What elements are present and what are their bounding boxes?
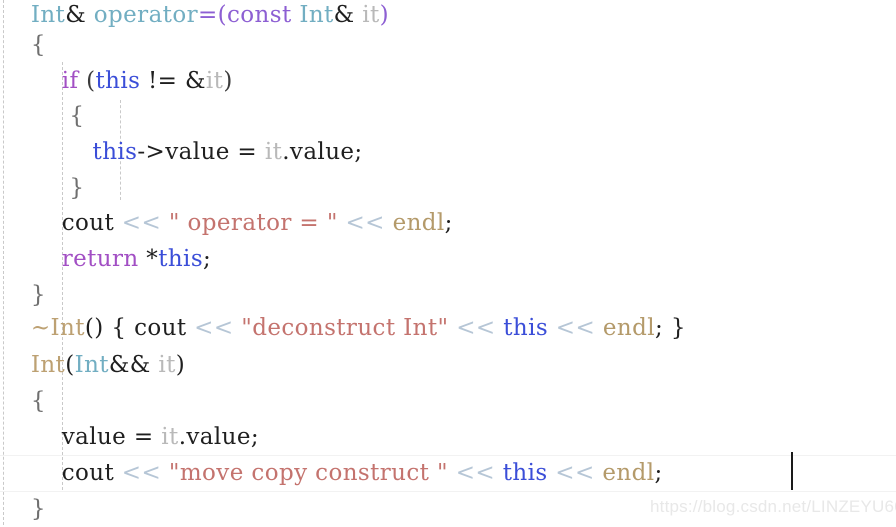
code-token: =(	[197, 2, 228, 28]
code-token: this	[92, 139, 138, 165]
code-token: const	[227, 2, 292, 28]
code-token: if	[61, 68, 79, 94]
code-token: ;	[203, 246, 212, 272]
code-token: .value;	[178, 424, 260, 450]
code-token: endl	[392, 210, 445, 236]
code-token: it	[161, 424, 179, 450]
code-token: (	[78, 68, 96, 94]
code-token: value =	[61, 424, 162, 450]
code-token: Int	[74, 352, 109, 378]
code-token: cout	[61, 460, 115, 486]
code-line-close-brace-1[interactable]: }	[0, 171, 896, 206]
code-token: {	[30, 388, 46, 414]
code-token: <<	[114, 460, 169, 486]
code-token: Int	[30, 2, 66, 28]
text-caret	[791, 452, 793, 490]
code-token: }	[69, 175, 85, 201]
code-token: it	[158, 352, 176, 378]
code-line-destructor[interactable]: ~Int() { cout << "deconstruct Int" << th…	[0, 311, 896, 346]
code-token: "move copy construct "	[168, 460, 448, 486]
code-token: cout	[61, 210, 115, 236]
code-line-return-this[interactable]: return *this;	[0, 242, 896, 277]
code-token: Int	[30, 352, 66, 378]
code-token: endl	[602, 460, 655, 486]
code-line-this-value-assignment[interactable]: this->value = it.value;	[0, 135, 896, 170]
code-token: this	[158, 246, 204, 272]
code-token: this	[503, 315, 549, 341]
code-token: return	[61, 246, 139, 272]
code-token: ; }	[654, 315, 686, 341]
code-line-open-brace-2[interactable]: {	[0, 99, 896, 134]
code-token: &	[333, 2, 355, 28]
code-token: endl	[602, 315, 655, 341]
code-line-close-brace-2[interactable]: }	[0, 278, 896, 313]
code-token: <<	[448, 315, 504, 341]
code-token: ->value =	[137, 139, 265, 165]
code-token: it	[362, 2, 380, 28]
code-line-move-constructor-signature[interactable]: Int(Int&& it)	[0, 348, 896, 383]
code-token: {	[69, 103, 85, 129]
code-token: () {	[84, 315, 135, 341]
code-token: it	[264, 139, 283, 165]
code-token: (	[65, 352, 75, 378]
code-token: <<	[447, 460, 503, 486]
code-token: this	[95, 68, 141, 94]
code-line-value-assignment[interactable]: value = it.value;	[0, 420, 896, 455]
code-line-open-brace-1[interactable]: {	[0, 28, 896, 63]
code-token: }	[30, 496, 46, 522]
code-token: <<	[547, 460, 603, 486]
code-token: <<	[186, 315, 242, 341]
code-token: Int	[299, 2, 334, 28]
code-token: <<	[337, 210, 393, 236]
code-token: &	[65, 2, 87, 28]
code-token: ~Int	[30, 315, 85, 341]
code-token: operator	[86, 2, 198, 28]
code-token: cout	[134, 315, 187, 341]
code-token: <<	[548, 315, 603, 341]
code-token: &&	[108, 352, 159, 378]
code-token: }	[30, 282, 46, 308]
code-token: *	[138, 246, 159, 272]
code-line-cout-operator-message[interactable]: cout << " operator = " << endl;	[0, 206, 896, 241]
code-line-open-brace-3[interactable]: {	[0, 384, 896, 419]
code-token: <<	[114, 210, 169, 236]
code-token: ;	[654, 460, 663, 486]
code-token: " operator = "	[168, 210, 338, 236]
code-token: it	[205, 68, 224, 94]
csdn-watermark: https://blog.csdn.net/LINZEYU666	[650, 497, 896, 516]
code-line-cout-move-copy-construct[interactable]: cout << "move copy construct " << this <…	[0, 456, 896, 491]
code-token: ;	[444, 210, 453, 236]
code-token: .value;	[282, 139, 363, 165]
code-token: )	[175, 352, 186, 378]
code-line-if-this-not-equal-it[interactable]: if (this != &it)	[0, 64, 896, 99]
code-token: "deconstruct Int"	[241, 315, 449, 341]
code-token: )	[379, 2, 390, 28]
code-token: )	[223, 68, 233, 94]
code-token: {	[30, 32, 46, 58]
code-token: != &	[140, 68, 206, 94]
code-editor[interactable]: Int& operator=(const Int& it) { if (this…	[0, 0, 896, 525]
code-token: this	[502, 460, 548, 486]
